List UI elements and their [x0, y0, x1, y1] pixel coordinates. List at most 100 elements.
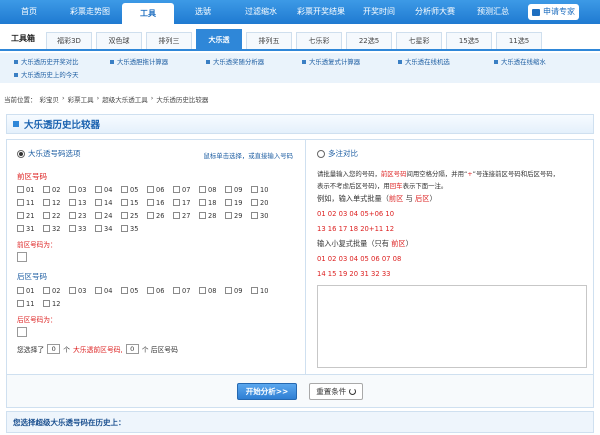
front-number-checkbox[interactable]: 06	[147, 183, 173, 196]
front-number-checkbox[interactable]: 15	[121, 196, 147, 209]
front-number-checkbox[interactable]: 31	[17, 222, 43, 235]
front-number-checkbox[interactable]: 18	[199, 196, 225, 209]
checkbox[interactable]	[251, 199, 258, 206]
front-number-checkbox[interactable]: 24	[95, 209, 121, 222]
back-number-checkbox[interactable]: 09	[225, 284, 251, 297]
front-count-field[interactable]: 0	[47, 344, 61, 354]
front-number-checkbox[interactable]: 34	[95, 222, 121, 235]
tab-dlt[interactable]: 大乐透	[196, 29, 242, 49]
checkbox[interactable]	[121, 186, 128, 193]
checkbox[interactable]	[69, 225, 76, 232]
checkbox[interactable]	[251, 212, 258, 219]
nav-pick[interactable]: 选號	[174, 0, 232, 24]
back-number-checkbox[interactable]: 02	[43, 284, 69, 297]
front-number-checkbox[interactable]: 10	[251, 183, 277, 196]
checkbox[interactable]	[69, 199, 76, 206]
nav-forecast[interactable]: 预测汇总	[464, 0, 522, 24]
back-number-checkbox[interactable]: 03	[69, 284, 95, 297]
front-number-checkbox[interactable]: 26	[147, 209, 173, 222]
tab-ssq[interactable]: 双色球	[96, 32, 142, 49]
checkbox[interactable]	[251, 186, 258, 193]
checkbox[interactable]	[43, 199, 50, 206]
front-number-checkbox[interactable]: 29	[225, 209, 251, 222]
back-number-checkbox[interactable]: 07	[173, 284, 199, 297]
front-number-checkbox[interactable]: 35	[121, 222, 147, 235]
checkbox[interactable]	[173, 199, 180, 206]
radio-selected[interactable]	[17, 149, 25, 158]
checkbox[interactable]	[173, 287, 180, 294]
front-number-checkbox[interactable]: 12	[43, 196, 69, 209]
checkbox[interactable]	[95, 225, 102, 232]
checkbox[interactable]	[17, 186, 24, 193]
checkbox[interactable]	[199, 287, 206, 294]
checkbox[interactable]	[225, 199, 232, 206]
nav-home[interactable]: 首页	[0, 0, 58, 24]
front-number-checkbox[interactable]: 03	[69, 183, 95, 196]
front-number-checkbox[interactable]: 09	[225, 183, 251, 196]
front-number-checkbox[interactable]: 17	[173, 196, 199, 209]
front-number-checkbox[interactable]: 33	[69, 222, 95, 235]
checkbox[interactable]	[173, 212, 180, 219]
front-number-checkbox[interactable]: 22	[43, 209, 69, 222]
back-number-checkbox[interactable]: 01	[17, 284, 43, 297]
checkbox[interactable]	[95, 199, 102, 206]
front-number-checkbox[interactable]: 30	[251, 209, 277, 222]
breadcrumb-link[interactable]: 彩票工具	[68, 94, 94, 104]
checkbox[interactable]	[251, 287, 258, 294]
checkbox[interactable]	[147, 212, 154, 219]
back-number-checkbox[interactable]: 08	[199, 284, 225, 297]
checkbox[interactable]	[225, 212, 232, 219]
checkbox[interactable]	[147, 199, 154, 206]
checkbox[interactable]	[43, 300, 50, 307]
breadcrumb-link[interactable]: 彩宝贝	[40, 94, 60, 104]
checkbox[interactable]	[17, 212, 24, 219]
nav-tools[interactable]: 工具	[122, 3, 174, 24]
checkbox[interactable]	[95, 212, 102, 219]
checkbox[interactable]	[69, 287, 76, 294]
nav-results[interactable]: 彩票开奖结果	[290, 0, 352, 24]
front-number-checkbox[interactable]: 11	[17, 196, 43, 209]
front-number-checkbox[interactable]: 19	[225, 196, 251, 209]
checkbox[interactable]	[17, 287, 24, 294]
back-number-checkbox[interactable]: 05	[121, 284, 147, 297]
checkbox[interactable]	[199, 212, 206, 219]
checkbox[interactable]	[69, 186, 76, 193]
tool-link[interactable]: 大乐透胆拖计算器	[110, 57, 206, 66]
checkbox[interactable]	[147, 186, 154, 193]
back-number-checkbox[interactable]: 06	[147, 284, 173, 297]
front-number-checkbox[interactable]: 02	[43, 183, 69, 196]
start-analysis-button[interactable]: 开始分析>>	[236, 382, 298, 400]
nav-draw-time[interactable]: 开奖时间	[352, 0, 406, 24]
checkbox[interactable]	[225, 287, 232, 294]
nav-analyst-contest[interactable]: 分析师大赛	[406, 0, 464, 24]
front-number-checkbox[interactable]: 21	[17, 209, 43, 222]
checkbox[interactable]	[199, 199, 206, 206]
tool-link[interactable]: 大乐透奖随分析器	[206, 57, 302, 66]
front-number-checkbox[interactable]: 20	[251, 196, 277, 209]
nav-trend-chart[interactable]: 彩票走势图	[58, 0, 122, 24]
tab-22x5[interactable]: 22选5	[346, 32, 392, 49]
nav-filter[interactable]: 过滤缩水	[232, 0, 290, 24]
tab-pl5[interactable]: 排列五	[246, 32, 292, 49]
back-number-checkbox[interactable]: 10	[251, 284, 277, 297]
front-number-checkbox[interactable]: 07	[173, 183, 199, 196]
tool-link[interactable]: 大乐透历史上的今天	[14, 70, 111, 79]
front-number-checkbox[interactable]: 23	[69, 209, 95, 222]
checkbox[interactable]	[17, 300, 24, 307]
checkbox[interactable]	[43, 287, 50, 294]
tab-qxc[interactable]: 七星彩	[396, 32, 442, 49]
front-number-checkbox[interactable]: 05	[121, 183, 147, 196]
front-number-checkbox[interactable]: 16	[147, 196, 173, 209]
front-number-checkbox[interactable]: 32	[43, 222, 69, 235]
checkbox[interactable]	[121, 212, 128, 219]
breadcrumb-link[interactable]: 超级大乐透工具	[102, 94, 148, 104]
checkbox[interactable]	[17, 199, 24, 206]
apply-expert-button[interactable]: 申请专家	[528, 4, 579, 20]
tool-link[interactable]: 大乐透在线机选	[398, 57, 494, 66]
checkbox[interactable]	[121, 199, 128, 206]
checkbox[interactable]	[121, 225, 128, 232]
multi-option[interactable]: 多注对比	[317, 148, 587, 159]
tab-pl3[interactable]: 排列三	[146, 32, 192, 49]
back-count-field[interactable]: 0	[125, 344, 139, 354]
tab-15x5[interactable]: 15选5	[446, 32, 492, 49]
